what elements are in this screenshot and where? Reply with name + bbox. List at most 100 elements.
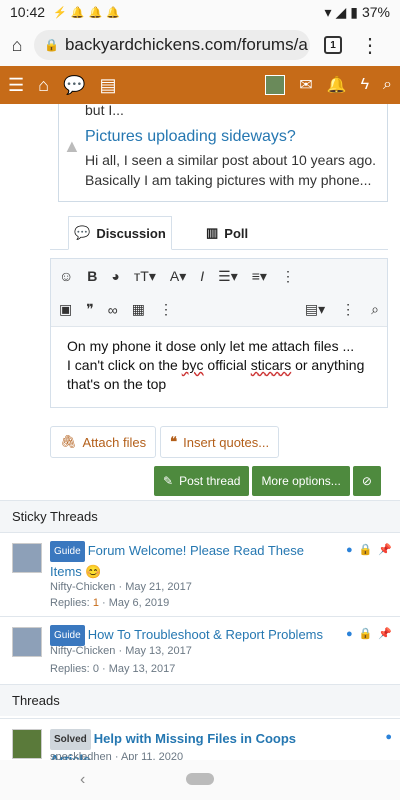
more-options-button[interactable]: More options...: [252, 466, 350, 496]
tab-poll[interactable]: ▥ Poll: [206, 216, 248, 250]
status-right: ▾ ◢ ▮ 37%: [324, 4, 390, 21]
notification-icons: ⚡🔔🔔🔔: [53, 6, 124, 19]
tab-switcher-button[interactable]: 1: [324, 36, 342, 54]
smiley-icon[interactable]: ☺: [59, 268, 73, 284]
emoji: 😊: [85, 564, 102, 579]
bolt-icon[interactable]: ϟ: [361, 76, 369, 94]
menu-icon[interactable]: ☰: [8, 75, 24, 96]
more-icon[interactable]: ⋮: [281, 268, 295, 285]
search-icon[interactable]: ⌕: [383, 76, 392, 94]
paperclip-icon: 🖇: [60, 434, 77, 449]
pin-icon: 📌: [378, 628, 392, 640]
thread-meta: Nifty-Chicken · May 21, 2017: [50, 581, 192, 593]
align-icon[interactable]: ≡▾: [252, 268, 267, 285]
thread-title[interactable]: Guide Forum Welcome! Please Read These It…: [50, 541, 332, 581]
image-icon[interactable]: ▣: [59, 301, 72, 318]
threads-header: Threads: [0, 684, 400, 716]
home-icon[interactable]: ⌂: [38, 75, 49, 96]
similar-thread-title[interactable]: Pictures uploading sideways?: [85, 128, 296, 146]
bell-icon[interactable]: 🔔: [327, 75, 347, 95]
edit-icon: ✎: [163, 474, 174, 488]
editor-line-3: that's on the top: [67, 376, 167, 392]
mail-icon[interactable]: ✉: [299, 75, 312, 95]
url-bar[interactable]: 🔒 backyardchickens.com/forums/a: [34, 30, 310, 60]
avatar[interactable]: [265, 75, 286, 95]
similar-threads-box: but I... ▲ Pictures uploading sideways? …: [58, 104, 388, 202]
editor-tabs: 💬 Discussion ▥ Poll: [50, 216, 388, 250]
thread-row[interactable]: Solved Help with Missing Files in Coops A…: [0, 718, 400, 760]
attach-files-button[interactable]: 🖇 Attach files: [50, 426, 157, 458]
thread-row[interactable]: Guide Forum Welcome! Please Read These It…: [0, 532, 400, 614]
editor-toolbar-row-1: ☺ B ◕ ᴛT▾ A▾ I ☰▾ ≡▾ ⋮: [51, 259, 387, 293]
browser-toolbar: ⌂ 🔒 backyardchickens.com/forums/a 1 ⋮: [0, 24, 400, 66]
attach-files-label: Attach files: [82, 434, 147, 450]
thread-status-icons: ●: [385, 731, 392, 743]
quote-icon[interactable]: ❞: [86, 301, 94, 318]
cancel-button[interactable]: ⊘: [352, 466, 381, 496]
more-icon[interactable]: ⋮: [341, 301, 355, 318]
pin-icon: 📌: [378, 544, 392, 556]
more-icon[interactable]: ⋮: [159, 301, 173, 318]
palette-icon[interactable]: ◕: [111, 268, 119, 284]
tab-discussion-label: Discussion: [96, 225, 166, 241]
lock-icon: 🔒: [358, 628, 373, 640]
image-icon: ▲: [63, 136, 81, 156]
bold-icon[interactable]: B: [87, 268, 97, 284]
signal-icon: ◢: [335, 3, 347, 20]
save-draft-icon[interactable]: ▤▾: [305, 301, 325, 318]
cancel-icon: ⊘: [361, 474, 372, 488]
prefix-badge: Guide: [50, 625, 85, 646]
preview-icon[interactable]: ⌕: [371, 301, 379, 318]
system-nav-bar: ‹: [0, 760, 400, 800]
tab-discussion[interactable]: 💬 Discussion: [68, 216, 172, 250]
thread-replies: Replies: 1 · May 6, 2019: [50, 597, 170, 609]
tab-poll-label: Poll: [224, 225, 249, 241]
editor-toolbar-row-2: ▣ ❞ ∞ ▦ ⋮ ▤▾ ⋮ ⌕: [51, 293, 387, 327]
home-pill[interactable]: [186, 773, 214, 785]
document-icon[interactable]: ▤: [99, 75, 116, 96]
previous-snippet: but I...: [85, 104, 124, 118]
clock: 10:42: [10, 4, 46, 20]
avatar[interactable]: [12, 543, 42, 573]
editor-line-2: I can't click on the byc official sticar…: [67, 357, 365, 373]
chat-icon: 💬: [74, 225, 91, 240]
watched-icon: ●: [345, 543, 353, 556]
post-thread-button[interactable]: ✎ Post thread: [154, 466, 250, 496]
chart-icon: ▥: [206, 225, 219, 240]
font-family-icon[interactable]: A▾: [170, 268, 186, 285]
avatar[interactable]: [12, 729, 42, 759]
editor-text[interactable]: On my phone it dose only let me attach f…: [67, 337, 377, 394]
battery-percent: 37%: [361, 4, 390, 20]
lock-icon: 🔒: [44, 38, 59, 52]
link-icon[interactable]: ∞: [108, 302, 118, 318]
font-size-icon[interactable]: ᴛT▾: [134, 268, 156, 285]
thread-replies: Replies: 0 · May 13, 2017: [50, 663, 176, 675]
similar-thread-snippet: Hi all, I seen a similar post about 10 y…: [85, 152, 377, 188]
thread-row[interactable]: Guide How To Troubleshoot & Report Proble…: [0, 616, 400, 682]
thread-meta: speckledhen · Apr 11, 2020: [50, 751, 184, 760]
attachment-buttons: 🖇 Attach files ❝ Insert quotes...: [50, 426, 280, 458]
site-nav: ☰ ⌂ 💬 ▤ ✉ 🔔 ϟ ⌕: [0, 66, 400, 104]
quote-icon: ❝: [170, 434, 178, 449]
thread-title[interactable]: Guide How To Troubleshoot & Report Proble…: [50, 625, 332, 646]
prefix-badge: Solved: [50, 729, 91, 750]
browser-menu-icon[interactable]: ⋮: [360, 33, 380, 58]
status-bar: 10:42 ⚡🔔🔔🔔 ▾ ◢ ▮ 37%: [0, 0, 400, 24]
list-icon[interactable]: ☰▾: [218, 268, 238, 285]
thread-status-icons: ● 🔒 📌: [345, 627, 392, 641]
media-icon[interactable]: ▦: [132, 301, 145, 318]
watched-icon: ●: [345, 627, 353, 640]
chat-icon[interactable]: 💬: [63, 75, 85, 96]
wifi-icon: ▾: [324, 3, 332, 20]
lock-icon: 🔒: [358, 544, 373, 556]
watched-icon: ●: [385, 731, 392, 743]
message-editor[interactable]: ☺ B ◕ ᴛT▾ A▾ I ☰▾ ≡▾ ⋮ ▣ ❞ ∞ ▦ ⋮ ▤▾ ⋮ ⌕ …: [50, 258, 388, 408]
more-options-label: More options...: [261, 474, 341, 488]
insert-quotes-button[interactable]: ❝ Insert quotes...: [160, 426, 280, 458]
post-thread-label: Post thread: [179, 474, 241, 488]
home-icon[interactable]: ⌂: [0, 35, 34, 56]
italic-icon[interactable]: I: [200, 268, 204, 284]
back-icon[interactable]: ‹: [80, 771, 85, 789]
insert-quotes-label: Insert quotes...: [183, 434, 270, 450]
avatar[interactable]: [12, 627, 42, 657]
